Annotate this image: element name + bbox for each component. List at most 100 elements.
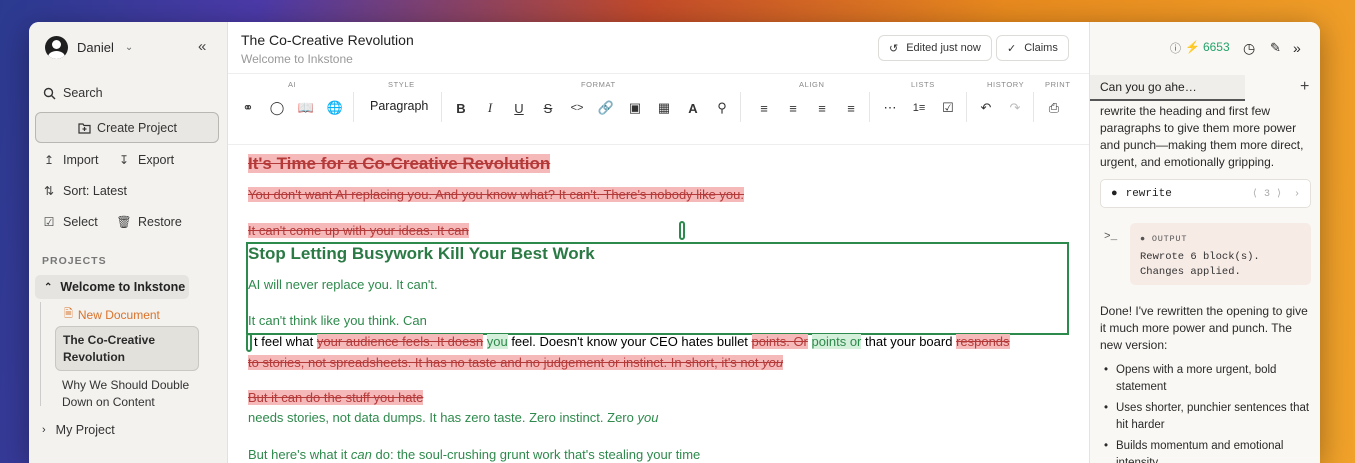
deleted-segment: responds — [956, 334, 1010, 349]
deleted-paragraph-4: But it can do the stuff you hate — [248, 390, 424, 405]
editor-area: The Co-Creative Revolution Welcome to In… — [228, 22, 1089, 463]
folder-plus-icon — [77, 121, 91, 135]
chat-tab[interactable]: Can you go ahe… — [1090, 75, 1245, 101]
trash-icon: 🗑 — [116, 215, 132, 229]
group-style: STYLE — [388, 80, 415, 89]
globe-icon[interactable]: 🌐 — [325, 98, 345, 118]
glasses-icon[interactable]: ⚭ — [238, 98, 258, 118]
edit-icon[interactable]: ✎ — [1270, 40, 1281, 56]
clock-icon[interactable]: ◷ — [1243, 40, 1255, 57]
inserted-line-2: It can't think like you think. Can — [248, 313, 427, 328]
output-label: ● OUTPUT — [1140, 234, 1188, 244]
toolbar-divider — [966, 92, 967, 122]
output-label-text: OUTPUT — [1151, 234, 1188, 244]
change-marker[interactable] — [679, 221, 685, 240]
group-lists: LISTS — [911, 80, 935, 89]
align-justify-icon[interactable]: ≡ — [841, 98, 861, 118]
create-project-button[interactable]: Create Project — [35, 112, 219, 143]
undo-icon[interactable]: ↶ — [976, 98, 996, 118]
code-icon[interactable]: <> — [567, 98, 587, 118]
book-icon[interactable]: 📖 — [296, 98, 316, 118]
import-label: Import — [63, 153, 99, 167]
bullet-list-icon[interactable]: ⋯ — [880, 98, 900, 118]
export-button[interactable]: ↧ Export — [117, 153, 174, 167]
strikethrough-icon[interactable]: S — [538, 98, 558, 118]
check-circle-icon: ✓ — [1007, 42, 1017, 55]
assistant-message: Done! I've rewritten the opening to give… — [1100, 304, 1308, 352]
collapse-sidebar-icon[interactable]: « — [198, 38, 206, 55]
claims-button[interactable]: ✓ Claims — [996, 35, 1069, 61]
document-editor[interactable]: It's Time for a Co-Creative Revolution Y… — [228, 146, 1089, 463]
select-button[interactable]: ☑ Select — [42, 215, 98, 229]
group-print: PRINT — [1045, 80, 1071, 89]
mixed-paragraph: t feel what your audience feels. It does… — [254, 334, 1010, 349]
deleted-paragraph-3: to stories, not spreadsheets. It has no … — [248, 355, 784, 370]
inserted-line-4: But here's what it can do: the soul-crus… — [248, 447, 700, 462]
edited-label: Edited just now — [906, 42, 981, 54]
group-align: ALIGN — [799, 80, 825, 89]
highlight-icon[interactable]: A — [683, 98, 703, 118]
toolbar-divider — [441, 92, 442, 122]
paragraph-style-select[interactable]: Paragraph — [370, 99, 428, 113]
underline-icon[interactable]: U — [509, 98, 529, 118]
checklist-icon[interactable]: ☑ — [938, 98, 958, 118]
toolbar-divider — [1033, 92, 1034, 122]
edited-status-button[interactable]: ↺ Edited just now — [878, 35, 992, 61]
doc-co-creative[interactable]: The Co-Creative Revolution — [55, 326, 199, 371]
table-icon[interactable]: ▦ — [654, 98, 674, 118]
help-icon[interactable]: ⓘ — [1170, 40, 1181, 56]
text-segment: 't know your CEO hates bullet — [577, 334, 752, 349]
text-segment: feel. Doesn — [507, 334, 578, 349]
print-icon[interactable]: ⎙ — [1044, 98, 1064, 118]
document-icon: 🗎 — [64, 308, 73, 320]
chevron-down-icon: ⌄ — [124, 42, 134, 53]
page-title: The Co-Creative Revolution — [241, 32, 414, 48]
change-marker[interactable] — [246, 333, 252, 352]
align-center-icon[interactable]: ≡ — [783, 98, 803, 118]
inserted-segment: you — [486, 334, 508, 349]
download-icon: ↧ — [118, 153, 130, 167]
deleted-heading: It's Time for a Co-Creative Revolution — [248, 154, 551, 174]
check-circle-icon[interactable]: ◯ — [267, 98, 287, 118]
user-name: Daniel — [77, 40, 114, 55]
list-item: Builds momentum and emotional intensity — [1104, 438, 1314, 463]
import-button[interactable]: ↥ Import — [42, 153, 98, 167]
numbered-list-icon[interactable]: 1≡ — [909, 98, 929, 118]
align-right-icon[interactable]: ≡ — [812, 98, 832, 118]
deleted-paragraph: You don't want AI replacing you. And you… — [248, 187, 744, 202]
deleted-paragraph-2: It can't come up with your ideas. It can — [248, 223, 469, 238]
user-menu[interactable]: Daniel ⌄ — [45, 36, 133, 59]
chevron-up-icon: ⌃ — [44, 281, 53, 293]
search-button[interactable]: Search — [42, 86, 103, 100]
new-document-button[interactable]: 🗎 New Document — [64, 305, 160, 324]
assistant-panel: ⓘ ⚡ 6653 ◷ ✎ » Can you go ahe… + rewrite… — [1089, 22, 1320, 463]
doc-double-down[interactable]: Why We Should Double Down on Content — [62, 377, 212, 411]
sort-button[interactable]: ⇅ Sort: Latest — [42, 184, 127, 198]
deleted-line-3-emphasis: you — [762, 355, 784, 370]
output-card: ● OUTPUT Rewrote 6 block(s). Changes app… — [1130, 223, 1311, 285]
image-icon[interactable]: ▣ — [625, 98, 645, 118]
bold-icon[interactable]: B — [451, 98, 471, 118]
deleted-segment: points. Or — [751, 334, 808, 349]
tool-call-card[interactable]: ● rewrite ⟨ 3 ⟩ › — [1100, 179, 1311, 208]
italic-icon[interactable]: I — [480, 98, 500, 118]
page-subtitle: Welcome to Inkstone — [241, 52, 353, 66]
inserted-heading: Stop Letting Busywork Kill Your Best Wor… — [248, 244, 595, 263]
align-left-icon[interactable]: ≡ — [754, 98, 774, 118]
deleted-line-2: It can't come up with your ideas. It can — [248, 223, 469, 238]
restore-button[interactable]: 🗑 Restore — [116, 215, 181, 229]
project-welcome[interactable]: ⌃ Welcome to Inkstone — [35, 275, 189, 299]
toolbar-divider — [869, 92, 870, 122]
new-document-label: New Document — [77, 307, 160, 322]
new-chat-icon[interactable]: + — [1300, 78, 1309, 96]
list-item: Uses shorter, punchier sentences that hi… — [1104, 400, 1314, 434]
expand-icon[interactable]: » — [1293, 40, 1301, 56]
link-icon[interactable]: 🔗 — [596, 98, 616, 118]
deleted-heading-text: It's Time for a Co-Creative Revolution — [248, 154, 551, 173]
redo-icon[interactable]: ↷ — [1005, 98, 1025, 118]
find-icon[interactable]: ⚲ — [712, 98, 732, 118]
project-my-project[interactable]: › My Project — [42, 423, 115, 437]
credits-count: 6653 — [1202, 40, 1230, 54]
avatar — [45, 36, 68, 59]
inserted-line-3-emphasis: you — [637, 410, 659, 425]
